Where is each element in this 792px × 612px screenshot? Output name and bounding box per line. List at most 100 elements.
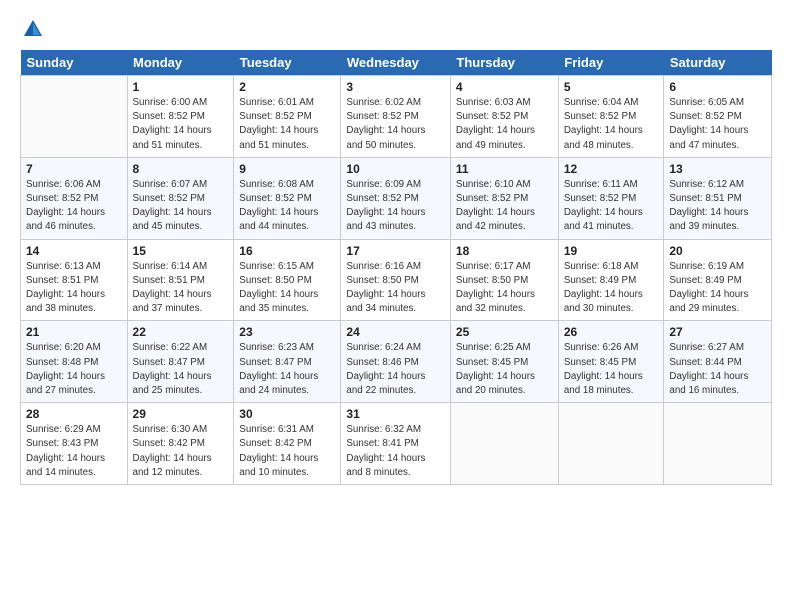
day-number: 5 (564, 80, 659, 94)
day-cell: 5 Sunrise: 6:04 AM Sunset: 8:52 PM Daylig… (558, 76, 664, 158)
day-cell: 16Sunrise: 6:15 AM Sunset: 8:50 PM Dayli… (234, 239, 341, 321)
day-number: 12 (564, 162, 659, 176)
day-cell: 30Sunrise: 6:31 AM Sunset: 8:42 PM Dayli… (234, 403, 341, 485)
day-number: 7 (26, 162, 122, 176)
day-number: 10 (346, 162, 445, 176)
page: SundayMondayTuesdayWednesdayThursdayFrid… (0, 0, 792, 497)
day-cell: 31 Sunrise: 6:32 AM Sunset: 8:41 PM Dayli… (341, 403, 451, 485)
day-detail: Sunrise: 6:11 AM Sunset: 8:52 PM Dayligh… (564, 178, 659, 235)
day-detail: Sunrise: 6:06 AM Sunset: 8:52 PM Dayligh… (26, 178, 122, 235)
day-cell: 6 Sunrise: 6:05 AM Sunset: 8:52 PM Daylig… (664, 76, 772, 158)
day-detail: Sunrise: 6:14 AM Sunset: 8:51 PM Dayligh… (133, 260, 229, 317)
day-cell: 4 Sunrise: 6:03 AM Sunset: 8:52 PM Daylig… (450, 76, 558, 158)
day-detail: Sunrise: 6:20 AM Sunset: 8:48 PM Dayligh… (26, 341, 122, 398)
day-cell: 10Sunrise: 6:09 AM Sunset: 8:52 PM Dayli… (341, 157, 451, 239)
day-detail: Sunrise: 6:25 AM Sunset: 8:45 PM Dayligh… (456, 341, 553, 398)
day-number: 27 (669, 325, 766, 339)
day-number: 23 (239, 325, 335, 339)
day-cell (664, 403, 772, 485)
day-number: 24 (346, 325, 445, 339)
header-cell-monday: Monday (127, 50, 234, 76)
day-number: 15 (133, 244, 229, 258)
day-cell: 11 Sunrise: 6:10 AM Sunset: 8:52 PM Dayli… (450, 157, 558, 239)
day-number: 25 (456, 325, 553, 339)
day-number: 26 (564, 325, 659, 339)
day-cell (21, 76, 128, 158)
header-row: SundayMondayTuesdayWednesdayThursdayFrid… (21, 50, 772, 76)
day-cell: 27 Sunrise: 6:27 AM Sunset: 8:44 PM Dayli… (664, 321, 772, 403)
day-cell: 9 Sunrise: 6:08 AM Sunset: 8:52 PM Daylig… (234, 157, 341, 239)
day-detail: Sunrise: 6:18 AM Sunset: 8:49 PM Dayligh… (564, 260, 659, 317)
day-detail: Sunrise: 6:30 AM Sunset: 8:42 PM Dayligh… (133, 423, 229, 480)
day-number: 8 (133, 162, 229, 176)
header-cell-wednesday: Wednesday (341, 50, 451, 76)
day-detail: Sunrise: 6:04 AM Sunset: 8:52 PM Dayligh… (564, 96, 659, 153)
day-cell: 14 Sunrise: 6:13 AM Sunset: 8:51 PM Dayli… (21, 239, 128, 321)
day-detail: Sunrise: 6:00 AM Sunset: 8:52 PM Dayligh… (133, 96, 229, 153)
day-cell: 19 Sunrise: 6:18 AM Sunset: 8:49 PM Dayli… (558, 239, 664, 321)
day-detail: Sunrise: 6:23 AM Sunset: 8:47 PM Dayligh… (239, 341, 335, 398)
day-number: 2 (239, 80, 335, 94)
day-number: 1 (133, 80, 229, 94)
day-detail: Sunrise: 6:32 AM Sunset: 8:41 PM Dayligh… (346, 423, 445, 480)
day-number: 4 (456, 80, 553, 94)
day-number: 17 (346, 244, 445, 258)
day-cell: 17 Sunrise: 6:16 AM Sunset: 8:50 PM Dayli… (341, 239, 451, 321)
day-detail: Sunrise: 6:29 AM Sunset: 8:43 PM Dayligh… (26, 423, 122, 480)
day-cell: 20Sunrise: 6:19 AM Sunset: 8:49 PM Dayli… (664, 239, 772, 321)
day-cell (450, 403, 558, 485)
day-cell: 28 Sunrise: 6:29 AM Sunset: 8:43 PM Dayli… (21, 403, 128, 485)
day-detail: Sunrise: 6:27 AM Sunset: 8:44 PM Dayligh… (669, 341, 766, 398)
day-number: 28 (26, 407, 122, 421)
day-cell: 7 Sunrise: 6:06 AM Sunset: 8:52 PM Daylig… (21, 157, 128, 239)
day-number: 3 (346, 80, 445, 94)
day-number: 13 (669, 162, 766, 176)
day-number: 19 (564, 244, 659, 258)
day-number: 11 (456, 162, 553, 176)
day-detail: Sunrise: 6:05 AM Sunset: 8:52 PM Dayligh… (669, 96, 766, 153)
day-number: 30 (239, 407, 335, 421)
day-cell: 3 Sunrise: 6:02 AM Sunset: 8:52 PM Daylig… (341, 76, 451, 158)
day-cell: 21 Sunrise: 6:20 AM Sunset: 8:48 PM Dayli… (21, 321, 128, 403)
header-cell-saturday: Saturday (664, 50, 772, 76)
day-cell: 2 Sunrise: 6:01 AM Sunset: 8:52 PM Daylig… (234, 76, 341, 158)
day-cell: 22Sunrise: 6:22 AM Sunset: 8:47 PM Dayli… (127, 321, 234, 403)
day-detail: Sunrise: 6:03 AM Sunset: 8:52 PM Dayligh… (456, 96, 553, 153)
week-row-1: 7 Sunrise: 6:06 AM Sunset: 8:52 PM Daylig… (21, 157, 772, 239)
day-number: 18 (456, 244, 553, 258)
week-row-4: 28 Sunrise: 6:29 AM Sunset: 8:43 PM Dayli… (21, 403, 772, 485)
day-number: 31 (346, 407, 445, 421)
day-number: 22 (133, 325, 229, 339)
day-number: 9 (239, 162, 335, 176)
day-cell: 24Sunrise: 6:24 AM Sunset: 8:46 PM Dayli… (341, 321, 451, 403)
day-cell: 8 Sunrise: 6:07 AM Sunset: 8:52 PM Daylig… (127, 157, 234, 239)
day-detail: Sunrise: 6:01 AM Sunset: 8:52 PM Dayligh… (239, 96, 335, 153)
header-cell-tuesday: Tuesday (234, 50, 341, 76)
day-detail: Sunrise: 6:19 AM Sunset: 8:49 PM Dayligh… (669, 260, 766, 317)
header-cell-thursday: Thursday (450, 50, 558, 76)
calendar-table: SundayMondayTuesdayWednesdayThursdayFrid… (20, 50, 772, 485)
day-detail: Sunrise: 6:17 AM Sunset: 8:50 PM Dayligh… (456, 260, 553, 317)
day-cell: 15 Sunrise: 6:14 AM Sunset: 8:51 PM Dayli… (127, 239, 234, 321)
day-cell: 29 Sunrise: 6:30 AM Sunset: 8:42 PM Dayli… (127, 403, 234, 485)
week-row-0: 1 Sunrise: 6:00 AM Sunset: 8:52 PM Daylig… (21, 76, 772, 158)
day-cell: 18 Sunrise: 6:17 AM Sunset: 8:50 PM Dayli… (450, 239, 558, 321)
day-number: 29 (133, 407, 229, 421)
day-detail: Sunrise: 6:16 AM Sunset: 8:50 PM Dayligh… (346, 260, 445, 317)
day-detail: Sunrise: 6:26 AM Sunset: 8:45 PM Dayligh… (564, 341, 659, 398)
day-number: 14 (26, 244, 122, 258)
day-number: 6 (669, 80, 766, 94)
day-detail: Sunrise: 6:02 AM Sunset: 8:52 PM Dayligh… (346, 96, 445, 153)
day-detail: Sunrise: 6:12 AM Sunset: 8:51 PM Dayligh… (669, 178, 766, 235)
logo (20, 18, 44, 40)
day-detail: Sunrise: 6:08 AM Sunset: 8:52 PM Dayligh… (239, 178, 335, 235)
day-detail: Sunrise: 6:07 AM Sunset: 8:52 PM Dayligh… (133, 178, 229, 235)
header (20, 18, 772, 40)
day-detail: Sunrise: 6:10 AM Sunset: 8:52 PM Dayligh… (456, 178, 553, 235)
day-cell (558, 403, 664, 485)
day-cell: 26 Sunrise: 6:26 AM Sunset: 8:45 PM Dayli… (558, 321, 664, 403)
day-cell: 25 Sunrise: 6:25 AM Sunset: 8:45 PM Dayli… (450, 321, 558, 403)
day-number: 21 (26, 325, 122, 339)
day-detail: Sunrise: 6:13 AM Sunset: 8:51 PM Dayligh… (26, 260, 122, 317)
week-row-2: 14 Sunrise: 6:13 AM Sunset: 8:51 PM Dayli… (21, 239, 772, 321)
